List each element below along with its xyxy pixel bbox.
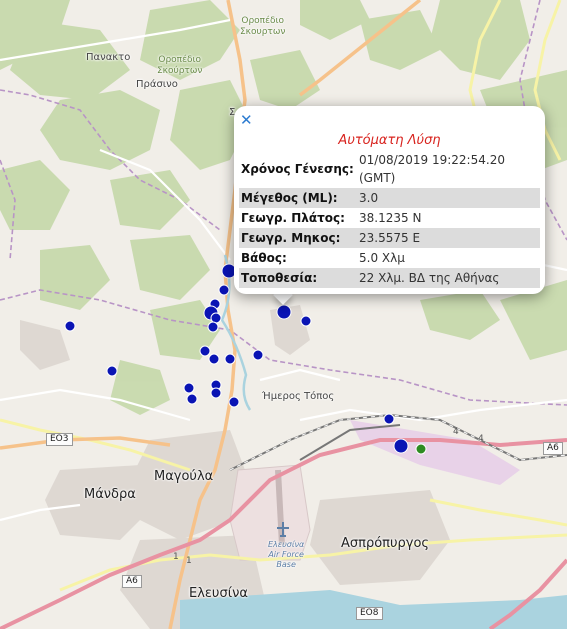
detail-label: Τοποθεσία: bbox=[239, 268, 357, 288]
event-marker[interactable] bbox=[252, 349, 264, 361]
event-marker[interactable] bbox=[218, 284, 230, 296]
table-row: Βάθος: 5.0 Χλμ bbox=[239, 248, 540, 268]
detail-value: 38.1235 N bbox=[357, 208, 540, 228]
detail-value: 01/08/2019 19:22:54.20 (GMT) bbox=[357, 150, 540, 188]
detail-label: Γεωγρ. Πλάτος: bbox=[239, 208, 357, 228]
event-marker[interactable] bbox=[186, 393, 198, 405]
event-marker[interactable] bbox=[228, 396, 240, 408]
event-marker[interactable] bbox=[199, 345, 211, 357]
event-marker[interactable] bbox=[183, 382, 195, 394]
event-marker[interactable] bbox=[300, 315, 312, 327]
detail-label: Χρόνος Γένεσης: bbox=[239, 150, 357, 188]
detail-label: Βάθος: bbox=[239, 248, 357, 268]
event-marker[interactable] bbox=[224, 353, 236, 365]
event-marker[interactable] bbox=[208, 353, 220, 365]
event-marker[interactable] bbox=[276, 304, 292, 320]
popup-title: Αυτόματη Λύση bbox=[338, 133, 441, 148]
table-row: Γεωγρ. Πλάτος: 38.1235 N bbox=[239, 208, 540, 228]
event-markers-layer bbox=[64, 263, 427, 455]
event-details-table: Χρόνος Γένεσης: 01/08/2019 19:22:54.20 (… bbox=[239, 150, 540, 288]
table-row: Μέγεθος (ML): 3.0 bbox=[239, 188, 540, 208]
detail-value: 23.5575 E bbox=[357, 228, 540, 248]
table-row: Τοποθεσία: 22 Χλμ. ΒΔ της Αθήνας bbox=[239, 268, 540, 288]
event-marker[interactable] bbox=[64, 320, 76, 332]
detail-value: 5.0 Χλμ bbox=[357, 248, 540, 268]
detail-value: 22 Χλμ. ΒΔ της Αθήνας bbox=[357, 268, 540, 288]
event-marker[interactable] bbox=[210, 312, 222, 324]
detail-label: Μέγεθος (ML): bbox=[239, 188, 357, 208]
table-row: Χρόνος Γένεσης: 01/08/2019 19:22:54.20 (… bbox=[239, 150, 540, 188]
event-marker[interactable] bbox=[383, 413, 395, 425]
event-marker[interactable] bbox=[393, 438, 409, 454]
table-row: Γεωγρ. Μηκος: 23.5575 E bbox=[239, 228, 540, 248]
latest-event-marker[interactable] bbox=[415, 443, 427, 455]
close-icon[interactable]: ✕ bbox=[240, 113, 253, 128]
detail-label: Γεωγρ. Μηκος: bbox=[239, 228, 357, 248]
event-marker[interactable] bbox=[210, 387, 222, 399]
map-view[interactable]: Οροπέδιο Σκουρτων Πανακτο Οροπέδιο Σκούρ… bbox=[0, 0, 567, 629]
event-marker[interactable] bbox=[207, 321, 219, 333]
detail-value: 3.0 bbox=[357, 188, 540, 208]
event-marker[interactable] bbox=[106, 365, 118, 377]
